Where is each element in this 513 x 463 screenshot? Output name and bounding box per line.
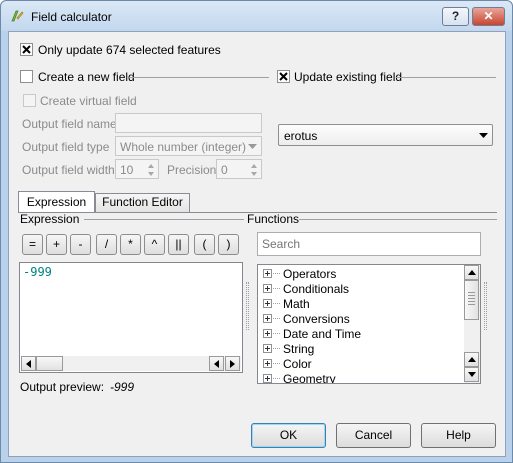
expand-icon[interactable] bbox=[263, 329, 272, 338]
scrollbar-thumb[interactable] bbox=[36, 356, 63, 371]
spin-arrows-icon bbox=[145, 161, 157, 177]
output-field-width-label: Output field width bbox=[22, 163, 115, 177]
expression-section-label: Expression bbox=[20, 212, 80, 226]
output-field-width-spinbox[interactable]: 10 bbox=[115, 159, 159, 179]
only-selected-checkbox[interactable] bbox=[20, 43, 33, 56]
operator-power-button[interactable]: ^ bbox=[144, 234, 165, 255]
dialog-window: Field calculator ? ✕ Only update 674 sel… bbox=[0, 0, 513, 463]
spin-arrows-icon bbox=[248, 161, 260, 177]
splitter-handle[interactable] bbox=[484, 282, 487, 330]
dialog-client-area: Only update 674 selected features Create… bbox=[8, 31, 506, 457]
scroll-down-button[interactable] bbox=[464, 367, 479, 382]
arrow-down-icon bbox=[467, 372, 476, 377]
grip-icon bbox=[468, 292, 475, 306]
functions-section-label: Functions bbox=[247, 212, 300, 226]
output-field-name-input[interactable] bbox=[115, 113, 262, 133]
scroll-up-button[interactable] bbox=[464, 265, 479, 280]
section-divider bbox=[84, 219, 244, 220]
output-field-name-label: Output field name bbox=[22, 117, 117, 131]
output-field-type-label: Output field type bbox=[22, 140, 110, 154]
scrollbar-thumb[interactable] bbox=[464, 280, 479, 320]
operator-open-paren-button[interactable]: ( bbox=[194, 234, 215, 255]
chevron-down-icon bbox=[476, 126, 491, 144]
title-close-button[interactable]: ✕ bbox=[472, 7, 505, 26]
arrow-up-icon bbox=[467, 357, 476, 362]
expression-text: -999 bbox=[23, 265, 52, 279]
vertical-scrollbar[interactable] bbox=[464, 265, 480, 383]
existing-field-select[interactable]: erotus bbox=[278, 124, 493, 146]
expand-icon[interactable] bbox=[263, 344, 272, 353]
output-preview-value: -999 bbox=[110, 380, 135, 394]
scroll-left-button[interactable] bbox=[209, 356, 224, 371]
create-virtual-field-checkbox[interactable] bbox=[23, 94, 36, 107]
output-field-width-value: 10 bbox=[120, 163, 134, 177]
checkmark-x-icon bbox=[22, 45, 31, 54]
section-divider bbox=[299, 219, 497, 220]
expand-icon[interactable] bbox=[263, 284, 272, 293]
arrow-left-icon bbox=[26, 359, 31, 368]
expand-icon[interactable] bbox=[263, 299, 272, 308]
scroll-right-button[interactable] bbox=[225, 356, 240, 371]
arrow-left-icon bbox=[214, 359, 219, 368]
ok-button[interactable]: OK bbox=[251, 423, 326, 448]
splitter-handle[interactable] bbox=[246, 282, 249, 330]
window-title: Field calculator bbox=[31, 10, 112, 24]
update-existing-field-checkbox[interactable] bbox=[277, 70, 290, 83]
functions-search-input[interactable] bbox=[257, 232, 481, 256]
cancel-button[interactable]: Cancel bbox=[336, 423, 411, 448]
precision-spinbox[interactable]: 0 bbox=[216, 159, 262, 179]
operator-concat-button[interactable]: || bbox=[168, 234, 189, 255]
title-help-button[interactable]: ? bbox=[442, 7, 469, 26]
horizontal-scrollbar[interactable] bbox=[21, 356, 241, 371]
arrow-up-icon bbox=[467, 270, 476, 275]
update-existing-field-label[interactable]: Update existing field bbox=[294, 70, 402, 84]
output-preview-label: Output preview: bbox=[20, 380, 105, 394]
help-button[interactable]: Help bbox=[421, 423, 496, 448]
expression-editor[interactable]: -999 bbox=[19, 262, 243, 373]
create-new-field-label[interactable]: Create a new field bbox=[38, 70, 135, 84]
precision-label: Precision bbox=[167, 163, 217, 177]
create-new-field-checkbox[interactable] bbox=[20, 70, 33, 83]
operator-divide-button[interactable]: / bbox=[96, 234, 117, 255]
operator-plus-button[interactable]: + bbox=[46, 234, 67, 255]
create-virtual-field-label: Create virtual field bbox=[40, 94, 137, 108]
scroll-left-button[interactable] bbox=[21, 356, 36, 371]
title-bar[interactable]: Field calculator ? ✕ bbox=[1, 1, 512, 31]
existing-field-value: erotus bbox=[284, 129, 318, 143]
tab-expression[interactable]: Expression bbox=[18, 191, 95, 213]
scroll-up-button[interactable] bbox=[464, 352, 479, 367]
precision-value: 0 bbox=[221, 163, 228, 177]
operator-multiply-button[interactable]: * bbox=[120, 234, 141, 255]
group-divider bbox=[396, 77, 496, 78]
only-selected-label[interactable]: Only update 674 selected features bbox=[38, 43, 221, 57]
expand-icon[interactable] bbox=[263, 374, 272, 383]
tab-function-editor[interactable]: Function Editor bbox=[95, 193, 190, 212]
operator-close-paren-button[interactable]: ) bbox=[218, 234, 239, 255]
field-calculator-icon bbox=[10, 9, 24, 23]
group-divider bbox=[129, 77, 269, 78]
expand-icon[interactable] bbox=[263, 359, 272, 368]
expand-icon[interactable] bbox=[263, 269, 272, 278]
functions-tree[interactable]: Operators Conditionals Math Conversions … bbox=[257, 264, 481, 384]
output-field-type-select[interactable]: Whole number (integer) bbox=[115, 136, 262, 156]
arrow-right-icon bbox=[230, 359, 235, 368]
expand-icon[interactable] bbox=[263, 314, 272, 323]
operator-equals-button[interactable]: = bbox=[22, 234, 43, 255]
checkmark-x-icon bbox=[279, 72, 288, 81]
output-field-type-value: Whole number (integer) bbox=[120, 140, 247, 154]
operator-minus-button[interactable]: - bbox=[70, 234, 91, 255]
chevron-down-icon bbox=[245, 138, 260, 154]
